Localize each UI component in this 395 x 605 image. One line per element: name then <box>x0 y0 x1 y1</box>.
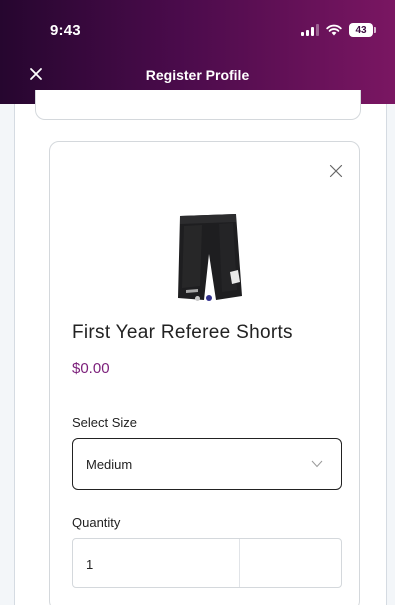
quantity-value: 1 <box>86 557 94 572</box>
size-select-value: Medium <box>86 457 133 472</box>
status-bar: 9:43 43 <box>0 0 395 54</box>
size-label: Select Size <box>72 415 138 430</box>
quantity-label: Quantity <box>72 515 121 530</box>
app-header: 9:43 43 Register Profile <box>0 0 395 104</box>
chevron-down-icon <box>311 460 323 468</box>
carousel-dot[interactable] <box>195 295 200 301</box>
status-time: 9:43 <box>50 22 81 39</box>
product-name: First Year Referee Shorts <box>72 322 293 343</box>
image-carousel-dots[interactable] <box>195 295 212 301</box>
wifi-icon <box>326 24 342 36</box>
battery-icon: 43 <box>349 23 376 37</box>
page-title: Register Profile <box>145 67 250 83</box>
previous-card <box>35 90 361 120</box>
remove-product-icon[interactable] <box>329 164 343 178</box>
status-icons: 43 <box>301 23 376 37</box>
shorts-image[interactable] <box>172 212 244 304</box>
carousel-dot-active[interactable] <box>206 295 212 301</box>
signal-icon <box>301 24 319 36</box>
size-select[interactable]: Medium <box>72 438 342 490</box>
product-card: First Year Referee Shorts $0.00 Select S… <box>49 141 360 605</box>
quantity-field[interactable]: 1 <box>72 538 342 588</box>
battery-level: 43 <box>355 24 367 36</box>
product-price: $0.00 <box>72 360 110 377</box>
